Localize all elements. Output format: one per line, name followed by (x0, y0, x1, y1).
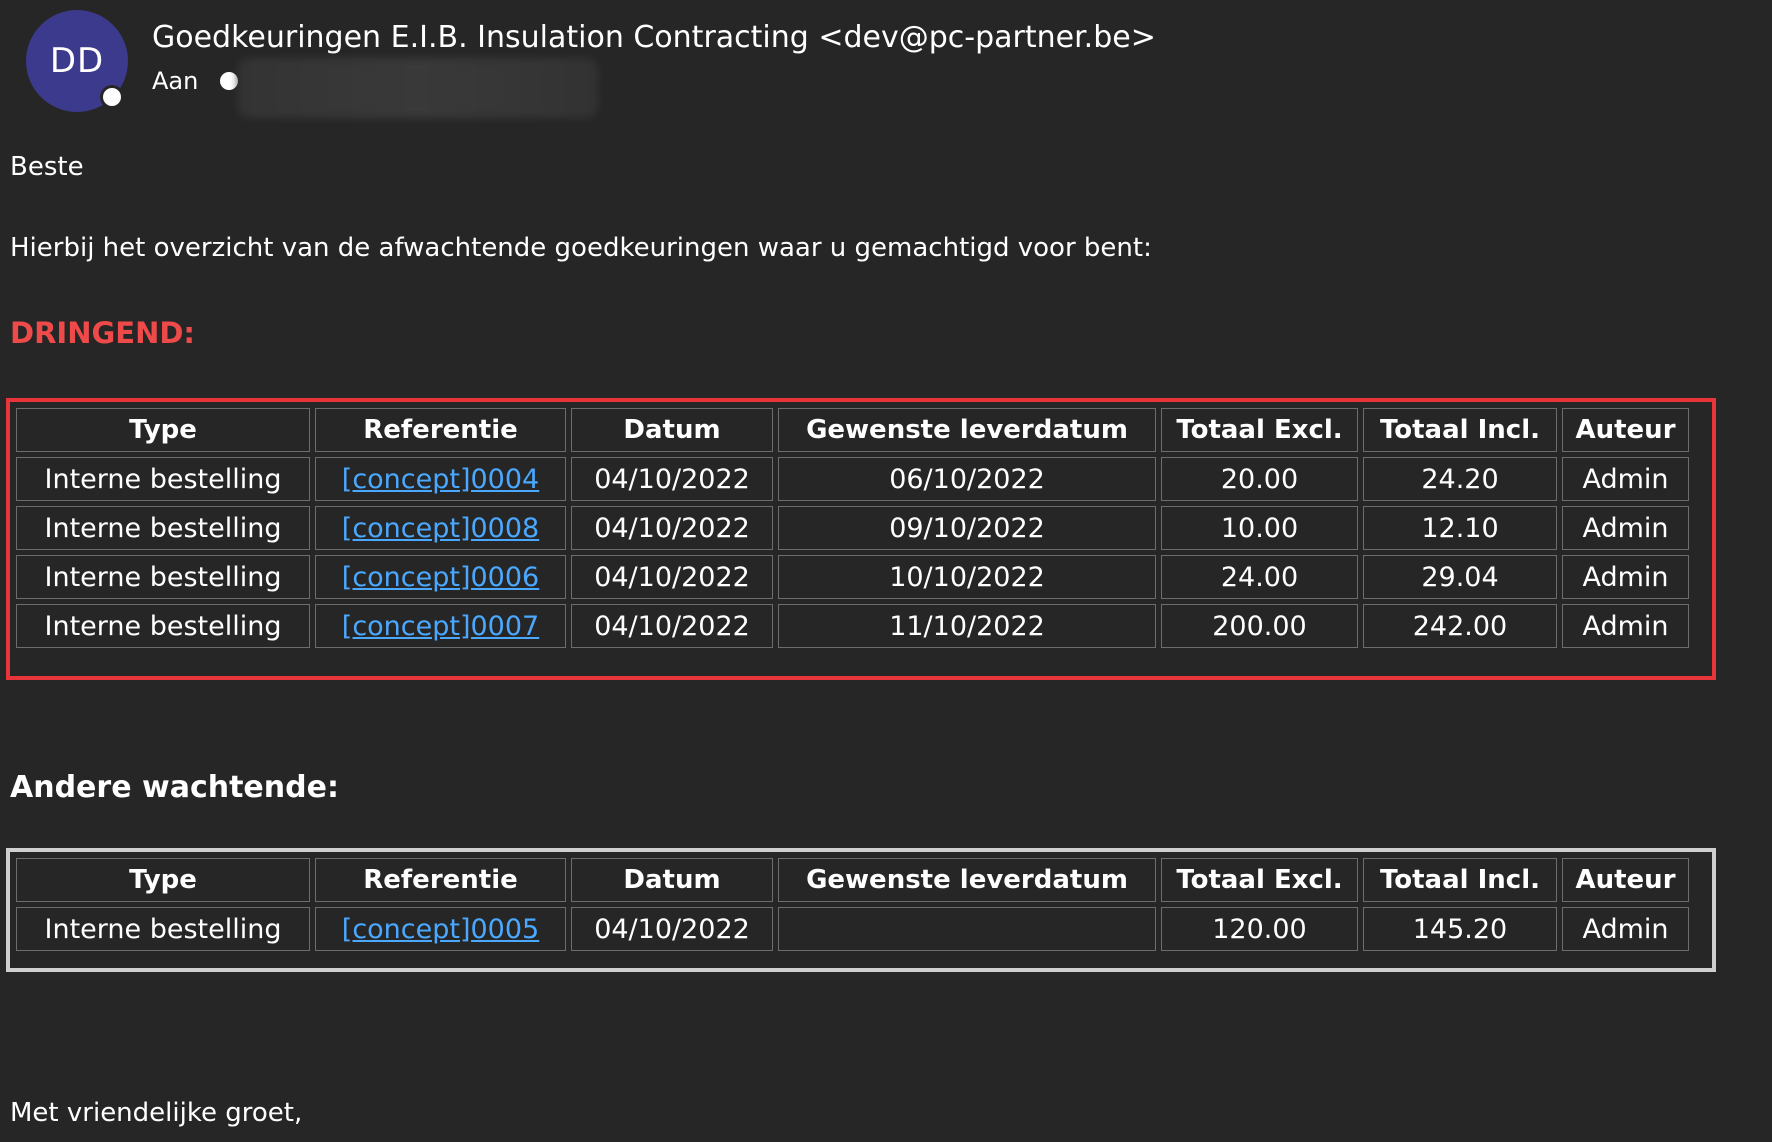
col-header-reference: Referentie (315, 408, 566, 452)
cell-date: 04/10/2022 (571, 604, 773, 648)
cell-type: Interne bestelling (16, 555, 310, 599)
cell-date: 04/10/2022 (571, 457, 773, 501)
table-row: Interne bestelling [concept]0007 04/10/2… (16, 604, 1689, 648)
table-header-row: Type Referentie Datum Gewenste leverdatu… (16, 408, 1689, 452)
redacted-recipient (238, 58, 598, 118)
presence-status-icon (100, 85, 124, 109)
greeting: Beste (10, 152, 84, 182)
cell-reference: [concept]0004 (315, 457, 566, 501)
cell-delivery-date: 10/10/2022 (778, 555, 1156, 599)
cell-author: Admin (1562, 555, 1689, 599)
table-row: Interne bestelling [concept]0006 04/10/2… (16, 555, 1689, 599)
col-header-type: Type (16, 858, 310, 902)
col-header-author: Auteur (1562, 408, 1689, 452)
cell-reference: [concept]0006 (315, 555, 566, 599)
cell-total-excl: 120.00 (1161, 907, 1358, 951)
cell-type: Interne bestelling (16, 506, 310, 550)
table-row: Interne bestelling [concept]0004 04/10/2… (16, 457, 1689, 501)
urgent-table: Type Referentie Datum Gewenste leverdatu… (11, 403, 1694, 653)
cell-delivery-date (778, 907, 1156, 951)
cell-reference: [concept]0007 (315, 604, 566, 648)
col-header-delivery-date: Gewenste leverdatum (778, 858, 1156, 902)
cell-total-incl: 242.00 (1363, 604, 1557, 648)
other-table-frame: Type Referentie Datum Gewenste leverdatu… (6, 848, 1716, 972)
urgent-table-frame: Type Referentie Datum Gewenste leverdatu… (6, 398, 1716, 680)
table-row: Interne bestelling [concept]0005 04/10/2… (16, 907, 1689, 951)
cell-reference: [concept]0008 (315, 506, 566, 550)
col-header-total-incl: Totaal Incl. (1363, 408, 1557, 452)
cell-date: 04/10/2022 (571, 555, 773, 599)
col-header-total-incl: Totaal Incl. (1363, 858, 1557, 902)
closing-text: Met vriendelijke groet, (10, 1098, 303, 1128)
to-label: Aan (152, 67, 199, 95)
recipient-row: Aan (152, 58, 598, 118)
cell-total-excl: 10.00 (1161, 506, 1358, 550)
cell-date: 04/10/2022 (571, 506, 773, 550)
cell-date: 04/10/2022 (571, 907, 773, 951)
intro-text: Hierbij het overzicht van de afwachtende… (10, 233, 1152, 263)
cell-delivery-date: 06/10/2022 (778, 457, 1156, 501)
col-header-reference: Referentie (315, 858, 566, 902)
col-header-date: Datum (571, 858, 773, 902)
cell-total-excl: 20.00 (1161, 457, 1358, 501)
cell-total-incl: 12.10 (1363, 506, 1557, 550)
cell-total-incl: 29.04 (1363, 555, 1557, 599)
cell-delivery-date: 09/10/2022 (778, 506, 1156, 550)
col-header-total-excl: Totaal Excl. (1161, 858, 1358, 902)
reference-link[interactable]: [concept]0008 (342, 513, 539, 544)
col-header-author: Auteur (1562, 858, 1689, 902)
reference-link[interactable]: [concept]0007 (342, 611, 539, 642)
col-header-type: Type (16, 408, 310, 452)
reference-link[interactable]: [concept]0006 (342, 562, 539, 593)
other-table: Type Referentie Datum Gewenste leverdatu… (11, 853, 1694, 956)
col-header-total-excl: Totaal Excl. (1161, 408, 1358, 452)
cell-author: Admin (1562, 907, 1689, 951)
cell-author: Admin (1562, 457, 1689, 501)
col-header-delivery-date: Gewenste leverdatum (778, 408, 1156, 452)
cell-total-incl: 24.20 (1363, 457, 1557, 501)
cell-type: Interne bestelling (16, 457, 310, 501)
reference-link[interactable]: [concept]0005 (342, 914, 539, 945)
cell-reference: [concept]0005 (315, 907, 566, 951)
recipient-presence-icon (220, 72, 239, 90)
cell-type: Interne bestelling (16, 604, 310, 648)
col-header-date: Datum (571, 408, 773, 452)
reference-link[interactable]: [concept]0004 (342, 464, 539, 495)
cell-type: Interne bestelling (16, 907, 310, 951)
cell-delivery-date: 11/10/2022 (778, 604, 1156, 648)
cell-total-excl: 200.00 (1161, 604, 1358, 648)
other-heading: Andere wachtende: (10, 770, 339, 805)
cell-total-excl: 24.00 (1161, 555, 1358, 599)
cell-author: Admin (1562, 506, 1689, 550)
sender-name[interactable]: Goedkeuringen E.I.B. Insulation Contract… (152, 20, 1156, 55)
email-header: DD Goedkeuringen E.I.B. Insulation Contr… (0, 0, 1772, 120)
table-header-row: Type Referentie Datum Gewenste leverdatu… (16, 858, 1689, 902)
table-row: Interne bestelling [concept]0008 04/10/2… (16, 506, 1689, 550)
urgent-heading: DRINGEND: (10, 316, 196, 350)
cell-total-incl: 145.20 (1363, 907, 1557, 951)
cell-author: Admin (1562, 604, 1689, 648)
